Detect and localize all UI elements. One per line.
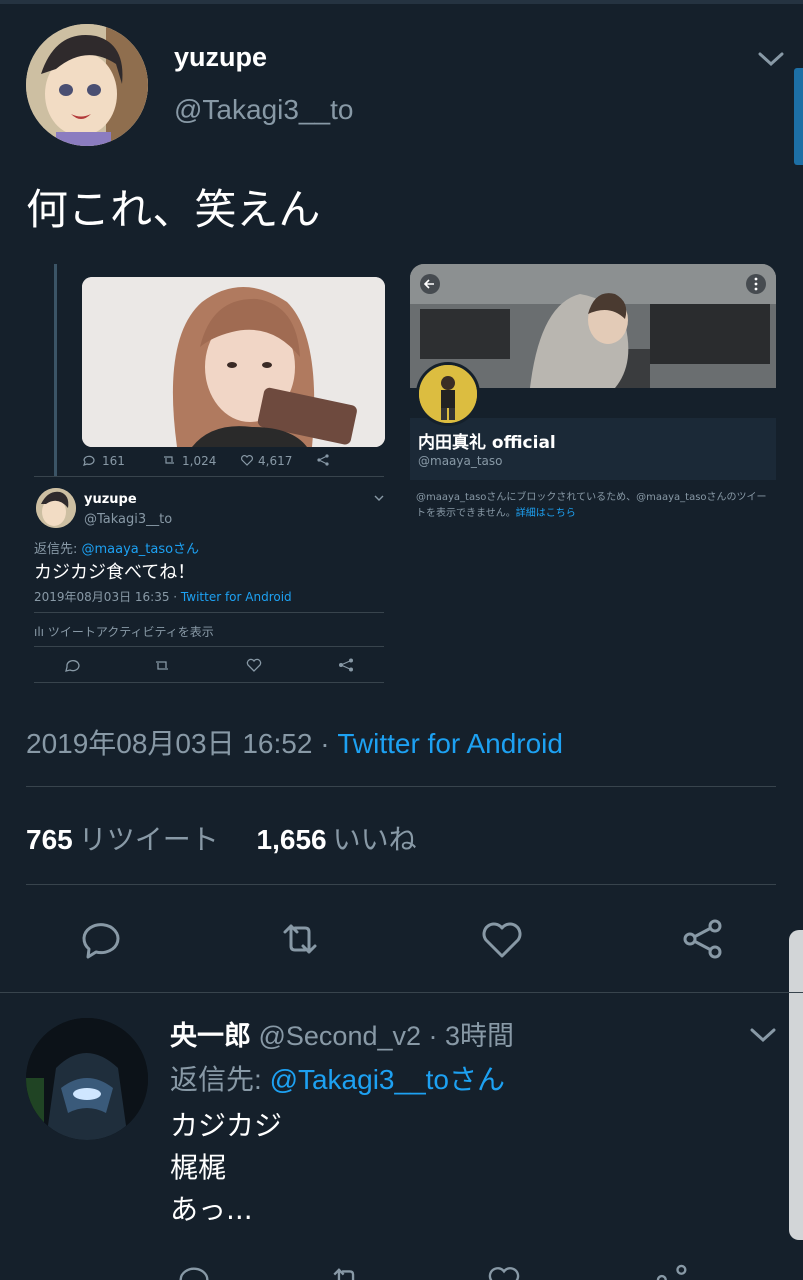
retweet-icon [283,924,317,954]
blocked-notice: @maaya_tasoさんにブロックされているため、@maaya_tasoさんの… [416,490,772,522]
share-icon [316,454,330,469]
reply-icon[interactable] [176,1262,212,1280]
display-name[interactable]: yuzupe [84,492,137,507]
source-link[interactable]: Twitter for Android [337,728,563,759]
reply-prefix: 返信先: [170,1064,270,1095]
profile-avatar[interactable] [416,362,480,426]
reply-text-line: あっ... [170,1193,253,1226]
like-button[interactable] [479,916,525,962]
likes-label: いいね [332,824,417,855]
blocked-text: @maaya_tasoさんにブロックされているため、@maaya_tasoさんの… [416,492,767,519]
reply-timestamp: 2019年08月03日 16:35 · [34,590,181,604]
reply-meta: 2019年08月03日 16:35 · Twitter for Android [34,588,292,605]
retweet-icon[interactable] [328,1262,364,1280]
embedded-retweets-count: 1,024 [182,454,217,468]
retweets-stat[interactable]: 765 リツイート [26,824,219,855]
embedded-photo [82,277,385,447]
embedded-replies-count: 161 [102,454,125,468]
divider [34,682,384,683]
like-icon [246,658,262,672]
likes-stat[interactable]: 1,656 いいね [257,824,417,855]
tweet-header: yuzupe @Takagi3__to [26,22,786,152]
chevron-down-icon[interactable] [748,1020,778,1050]
handle-and-time: @Second_v2 · 3時間 [251,1021,515,1051]
share-button[interactable] [680,916,726,962]
tweet-activity-link[interactable]: ılı ツイートアクティビティを表示 [34,623,214,640]
reply-target-link[interactable]: @maaya_tasoさん [82,542,200,557]
avatar[interactable] [26,1018,148,1140]
display-name[interactable]: yuzupe [174,42,267,73]
reply-button[interactable] [78,916,124,962]
scroll-indicator[interactable] [794,68,803,165]
embedded-likes-count: 4,617 [258,454,293,468]
reply-to-line: 返信先: @Takagi3__toさん [170,1058,505,1098]
divider [26,884,776,885]
reply-text-line: カジカジ [170,1109,283,1142]
display-name[interactable]: 央一郎 [170,1021,251,1051]
like-icon[interactable] [486,1262,522,1280]
reply-actions-partial [170,1258,730,1280]
reply-header: 央一郎 @Second_v2 · 3時間 [170,1014,514,1053]
profile-name: 内田真礼 official [418,433,556,453]
reply-to-line: 返信先: @maaya_tasoさん [34,538,199,557]
user-handle[interactable]: @Takagi3__to [174,94,353,126]
embedded-thread-screenshot: 161 1,024 4,617 yuzupe @Takagi3__to 返信先:… [28,262,400,692]
divider [34,646,384,647]
divider [34,476,384,477]
share-icon [683,919,722,959]
chevron-down-icon[interactable] [756,44,786,74]
likes-count: 1,656 [256,824,327,855]
reply-text-line: 梶梶 [170,1151,227,1184]
retweet-icon [156,661,168,670]
divider [0,992,803,993]
tweet-text: 何これ、笑えん [26,185,321,234]
activity-label: ツイートアクティビティを表示 [47,625,214,639]
tweet-stats: 765 リツイート 1,656 いいね [26,818,417,858]
like-icon [482,922,522,958]
reply-text: カジカジ食べてね！ [34,562,196,583]
top-edge [0,0,803,4]
details-link[interactable]: 詳細はこちら [516,508,576,519]
share-icon[interactable] [654,1262,690,1280]
tweet-actions [0,910,803,970]
like-icon [240,454,254,469]
reply-icon [65,660,80,672]
tweet-timestamp: 2019年08月03日 16:52 · Twitter for Android [26,722,563,762]
reply-target-link[interactable]: @Takagi3__toさん [270,1064,505,1095]
reply-icon [82,454,96,469]
avatar[interactable] [36,488,76,528]
reply-prefix: 返信先: [34,542,82,557]
profile-handle: @maaya_taso [418,454,503,468]
embedded-reply-actions [58,658,368,674]
divider [26,786,776,787]
timestamp-text: 2019年08月03日 16:52 · [26,728,338,759]
embedded-stats: 161 1,024 4,617 [82,454,382,474]
user-handle[interactable]: @Takagi3__to [84,512,172,527]
side-scroll-handle[interactable] [789,930,803,1240]
bar-chart-icon: ılı [34,625,48,639]
chevron-down-icon[interactable] [374,494,384,505]
avatar[interactable] [26,24,148,146]
retweet-icon [162,454,176,469]
thread-line [54,264,57,476]
reply-icon [82,923,120,959]
retweets-count: 765 [26,824,73,855]
retweets-label: リツイート [78,824,219,855]
retweet-button[interactable] [277,916,323,962]
attached-image[interactable]: 161 1,024 4,617 yuzupe @Takagi3__to 返信先:… [28,262,778,692]
share-icon [339,658,353,672]
profile-info: 内田真礼 official @maaya_taso @maaya_tasoさんに… [410,362,776,528]
source-link[interactable]: Twitter for Android [181,590,292,604]
embedded-profile-screenshot: 内田真礼 official @maaya_taso @maaya_tasoさんに… [410,264,776,528]
divider [34,612,384,613]
